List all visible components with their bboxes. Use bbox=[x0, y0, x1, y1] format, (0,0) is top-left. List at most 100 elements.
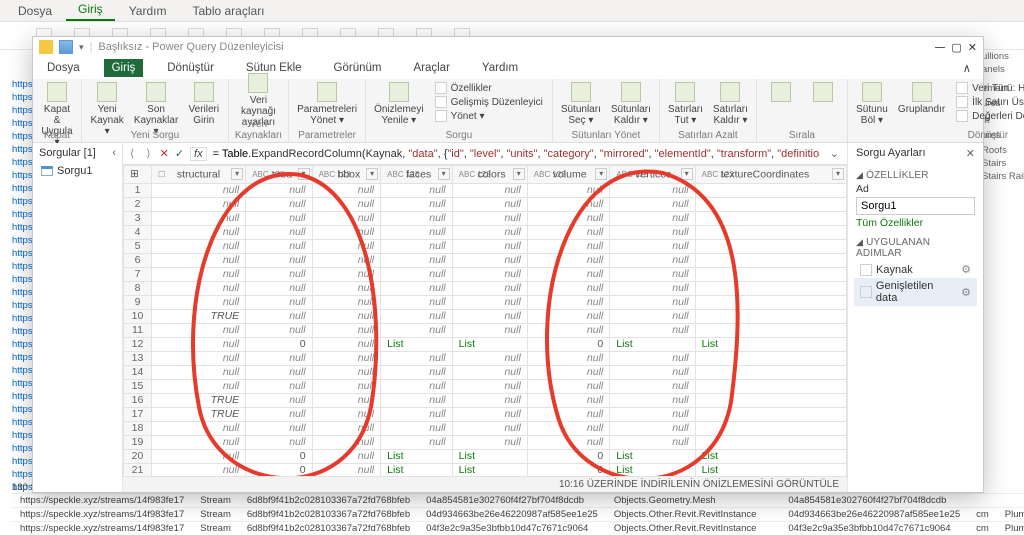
grid-cell[interactable]: null bbox=[452, 352, 527, 366]
ribbon-tab-yardım[interactable]: Yardım bbox=[474, 59, 526, 77]
ribbon-tab-dönüştür[interactable]: Dönüştür bbox=[159, 59, 222, 77]
query-item[interactable]: Sorgu1 bbox=[33, 163, 122, 179]
ribbon-button[interactable]: SütunlarıSeç ▾ bbox=[559, 81, 603, 127]
all-properties-link[interactable]: Tüm Özellikler bbox=[848, 215, 983, 231]
ribbon-stack-item[interactable]: Gelişmiş Düzenleyici bbox=[432, 95, 546, 109]
column-header[interactable]: ABC 123 textureCoordinates▾ bbox=[695, 166, 846, 184]
column-header[interactable]: ABC 123 bbox▾ bbox=[312, 166, 381, 184]
grid-cell[interactable]: null bbox=[610, 380, 695, 394]
grid-cell[interactable] bbox=[695, 268, 846, 282]
grid-cell[interactable]: null bbox=[152, 352, 246, 366]
grid-cell[interactable]: null bbox=[312, 394, 381, 408]
grid-cell[interactable]: null bbox=[312, 422, 381, 436]
grid-cell[interactable]: null bbox=[152, 198, 246, 212]
grid-cell[interactable]: null bbox=[527, 394, 609, 408]
grid-cell[interactable]: null bbox=[312, 464, 381, 477]
grid-cell[interactable]: List bbox=[452, 450, 527, 464]
grid-cell[interactable]: TRUE bbox=[152, 408, 246, 422]
grid-cell[interactable]: null bbox=[381, 184, 453, 198]
grid-cell[interactable]: null bbox=[246, 282, 312, 296]
row-header[interactable]: 5 bbox=[124, 240, 152, 254]
row-header[interactable]: 14 bbox=[124, 366, 152, 380]
row-header[interactable]: 6 bbox=[124, 254, 152, 268]
formula-text[interactable]: = Table.ExpandRecordColumn(Kaynak, "data… bbox=[213, 148, 820, 160]
grid-cell[interactable] bbox=[695, 254, 846, 268]
grid-cell[interactable] bbox=[695, 282, 846, 296]
save-icon[interactable] bbox=[59, 40, 73, 54]
grid-cell[interactable]: null bbox=[527, 184, 609, 198]
grid-cell[interactable]: null bbox=[152, 338, 246, 352]
ribbon-tab-dosya[interactable]: Dosya bbox=[39, 59, 88, 77]
grid-cell[interactable] bbox=[695, 198, 846, 212]
grid-cell[interactable]: List bbox=[610, 450, 695, 464]
grid-cell[interactable]: null bbox=[246, 324, 312, 338]
ribbon-button[interactable]: ÖnizlemeyiYenile ▾ bbox=[372, 81, 425, 127]
column-header[interactable]: ABC 123 vertices▾ bbox=[610, 166, 695, 184]
ribbon-button[interactable]: YeniKaynak ▾ bbox=[88, 81, 126, 138]
grid-cell[interactable]: null bbox=[246, 436, 312, 450]
grid-cell[interactable]: null bbox=[610, 226, 695, 240]
row-header[interactable]: 11 bbox=[124, 324, 152, 338]
grid-cell[interactable]: null bbox=[152, 184, 246, 198]
row-header[interactable]: 12 bbox=[124, 338, 152, 352]
grid-cell[interactable]: null bbox=[152, 254, 246, 268]
grid-cell[interactable] bbox=[695, 408, 846, 422]
grid-cell[interactable]: null bbox=[312, 338, 381, 352]
ribbon-tab-araçlar[interactable]: Araçlar bbox=[405, 59, 457, 77]
grid-cell[interactable]: null bbox=[610, 296, 695, 310]
grid-cell[interactable] bbox=[695, 380, 846, 394]
grid-cell[interactable]: null bbox=[152, 268, 246, 282]
grid-cell[interactable]: null bbox=[610, 268, 695, 282]
grid-cell[interactable] bbox=[695, 226, 846, 240]
grid-cell[interactable]: 0 bbox=[527, 464, 609, 477]
column-header[interactable]: ABC 123 area▾ bbox=[246, 166, 312, 184]
grid-cell[interactable]: null bbox=[527, 352, 609, 366]
grid-cell[interactable]: null bbox=[312, 226, 381, 240]
close-button[interactable]: ✕ bbox=[968, 41, 977, 54]
gear-icon[interactable]: ⚙ bbox=[961, 286, 971, 299]
grid-cell[interactable]: null bbox=[381, 296, 453, 310]
grid-cell[interactable]: null bbox=[527, 296, 609, 310]
grid-cell[interactable]: null bbox=[452, 240, 527, 254]
grid-cell[interactable]: List bbox=[452, 464, 527, 477]
grid-cell[interactable]: null bbox=[381, 422, 453, 436]
grid-cell[interactable]: null bbox=[610, 436, 695, 450]
grid-cell[interactable]: null bbox=[610, 324, 695, 338]
grid-cell[interactable]: null bbox=[610, 366, 695, 380]
grid-cell[interactable]: null bbox=[246, 226, 312, 240]
grid-cell[interactable]: null bbox=[246, 352, 312, 366]
grid-cell[interactable]: null bbox=[381, 366, 453, 380]
grid-cell[interactable]: null bbox=[381, 268, 453, 282]
grid-cell[interactable]: null bbox=[152, 366, 246, 380]
grid-cell[interactable]: null bbox=[312, 296, 381, 310]
grid-cell[interactable]: 0 bbox=[246, 338, 312, 352]
grid-cell[interactable]: null bbox=[610, 254, 695, 268]
grid-cell[interactable]: null bbox=[527, 408, 609, 422]
row-header[interactable]: 21 bbox=[124, 464, 152, 477]
grid-cell[interactable]: List bbox=[695, 464, 846, 477]
grid-cell[interactable]: null bbox=[246, 394, 312, 408]
step-kaynak[interactable]: Kaynak ⚙ bbox=[854, 261, 977, 278]
grid-cell[interactable]: null bbox=[152, 282, 246, 296]
grid-cell[interactable]: null bbox=[312, 282, 381, 296]
row-header[interactable]: 15 bbox=[124, 380, 152, 394]
grid-cell[interactable]: null bbox=[381, 436, 453, 450]
grid-cell[interactable]: null bbox=[381, 394, 453, 408]
column-header[interactable]: ☐ structural▾ bbox=[152, 166, 246, 184]
grid-cell[interactable]: null bbox=[152, 226, 246, 240]
query-name-input[interactable] bbox=[856, 197, 975, 215]
grid-cell[interactable]: null bbox=[246, 268, 312, 282]
ribbon-tab-giriş[interactable]: Giriş bbox=[104, 59, 144, 77]
grid-cell[interactable]: null bbox=[381, 310, 453, 324]
grid-cell[interactable]: null bbox=[312, 268, 381, 282]
grid-cell[interactable]: null bbox=[452, 254, 527, 268]
grid-cell[interactable]: null bbox=[452, 408, 527, 422]
grid-cell[interactable]: null bbox=[152, 240, 246, 254]
grid-cell[interactable]: null bbox=[381, 226, 453, 240]
grid-cell[interactable]: null bbox=[452, 394, 527, 408]
grid-cell[interactable]: List bbox=[381, 338, 453, 352]
grid-cell[interactable]: null bbox=[452, 436, 527, 450]
grid-cell[interactable]: null bbox=[527, 324, 609, 338]
row-header[interactable]: 16 bbox=[124, 394, 152, 408]
nav-fwd-icon[interactable]: ⟩ bbox=[143, 147, 153, 160]
